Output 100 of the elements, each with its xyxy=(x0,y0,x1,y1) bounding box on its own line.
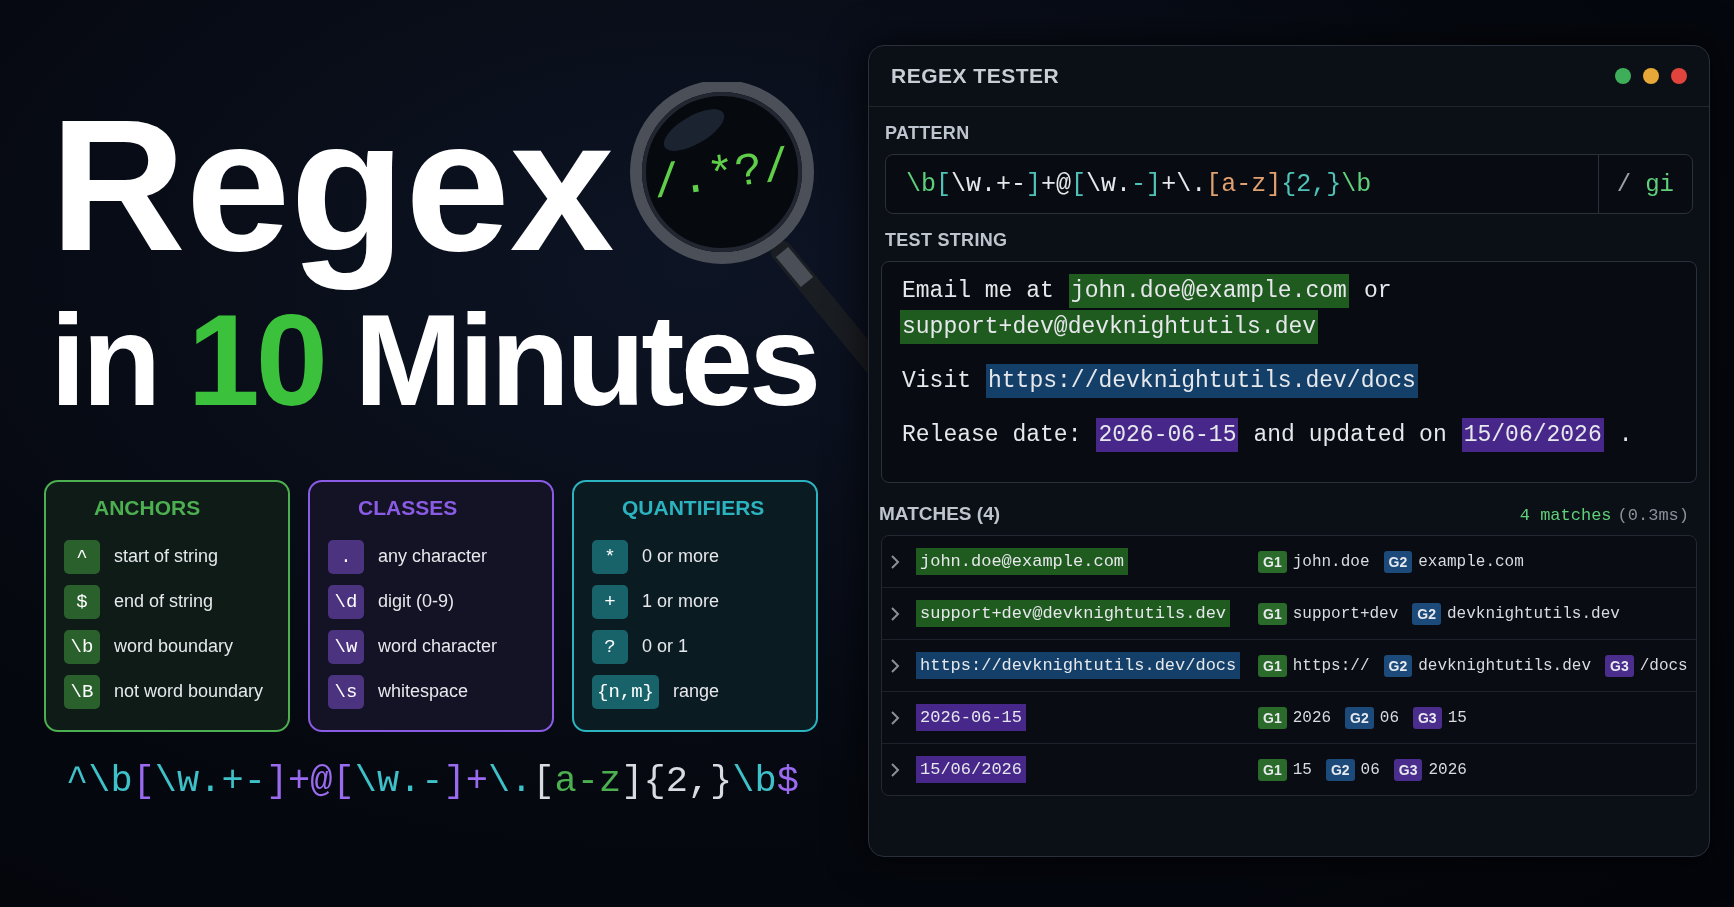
token-chip: ? xyxy=(592,629,628,664)
pattern-token: $ xyxy=(776,760,799,802)
match-highlight: https://devknightutils.dev/docs xyxy=(986,364,1418,398)
match-highlight: 2026-06-15 xyxy=(1096,418,1239,452)
token-description: 0 or 1 xyxy=(642,636,689,657)
group-value: devknightutils.dev xyxy=(1447,604,1620,623)
token-description: any character xyxy=(378,546,488,567)
group-value: example.com xyxy=(1418,552,1524,571)
token-chip: $ xyxy=(64,584,100,619)
regex-flags: gi xyxy=(1645,170,1674,198)
group-value: 15 xyxy=(1447,708,1467,727)
pattern-token: ]+ xyxy=(443,760,488,802)
pattern-token: {2,} xyxy=(1281,169,1342,199)
group-tag: G3 xyxy=(1393,758,1423,781)
match-text[interactable]: john.doe@example.com xyxy=(916,548,1129,575)
card-title: ANCHORS xyxy=(94,496,201,520)
token-description: range xyxy=(673,681,720,702)
token-description: not word boundary xyxy=(114,681,264,702)
token-description: end of string xyxy=(114,591,214,612)
group-tag: G2 xyxy=(1412,602,1441,625)
chevron-icon[interactable] xyxy=(890,657,900,674)
test-text: Release date: xyxy=(901,421,1083,450)
pattern-token: [ xyxy=(132,760,155,802)
match-highlight: 15/06/2026 xyxy=(1461,418,1604,452)
window-dot-icon[interactable] xyxy=(1643,68,1659,84)
match-text[interactable]: https://devknightutils.dev/docs xyxy=(916,652,1241,679)
group-tag: G2 xyxy=(1345,706,1374,729)
token-chip: \d xyxy=(328,584,364,619)
window-title: REGEX TESTER xyxy=(891,64,1060,88)
token-description: 0 or more xyxy=(642,546,720,567)
pattern-token: ]+@[ xyxy=(265,760,355,802)
group-tag: G1 xyxy=(1258,550,1287,573)
pattern-token: -] xyxy=(1131,169,1162,199)
group-value: john.doe xyxy=(1292,552,1370,571)
match-text[interactable]: 15/06/2026 xyxy=(916,756,1027,783)
test-text: Visit xyxy=(901,367,972,396)
group-tag: G2 xyxy=(1383,550,1413,573)
test-text: or xyxy=(1362,277,1393,306)
group-tag: G1 xyxy=(1258,654,1287,677)
match-count: 4 matches xyxy=(1519,506,1612,525)
group-tag: G3 xyxy=(1413,706,1442,729)
pattern-token: +\. xyxy=(1161,169,1207,199)
card-title: CLASSES xyxy=(358,496,458,520)
group-value: https:// xyxy=(1292,656,1370,675)
match-highlight: support+dev@devknightutils.dev xyxy=(900,310,1319,344)
token-chip: ^ xyxy=(64,539,100,574)
token-description: start of string xyxy=(114,546,219,567)
group-value: support+dev xyxy=(1292,604,1399,623)
pattern-token: \w.+- xyxy=(154,760,266,802)
pattern-token: \. xyxy=(487,760,533,802)
token-chip: . xyxy=(328,539,364,574)
group-value: /docs xyxy=(1639,656,1688,675)
token-chip: \s xyxy=(328,674,364,709)
test-text: Email me at xyxy=(901,277,1055,306)
window-dot-icon[interactable] xyxy=(1671,68,1687,84)
match-text[interactable]: support+dev@devknightutils.dev xyxy=(916,600,1231,627)
token-chip: \w xyxy=(328,629,364,664)
pattern-token: \b xyxy=(906,169,936,199)
group-tag: G1 xyxy=(1258,706,1287,729)
token-chip: \b xyxy=(64,629,100,664)
chevron-icon[interactable] xyxy=(890,761,900,778)
section-label: TEST STRING xyxy=(885,230,1008,251)
pattern-token: [ xyxy=(532,760,555,802)
token-description: word boundary xyxy=(114,636,234,657)
chevron-icon[interactable] xyxy=(890,553,900,570)
group-tag: G3 xyxy=(1605,654,1634,677)
token-chip: \B xyxy=(64,674,100,709)
magnifier-text: /.*?/ xyxy=(649,140,794,212)
group-value: 2026 xyxy=(1292,708,1332,727)
group-value: 2026 xyxy=(1428,760,1467,779)
pattern-token: [ xyxy=(1071,169,1087,199)
token-description: digit (0-9) xyxy=(378,591,455,612)
pattern-field[interactable]: \b[\w.+-]+@[\w.-]+\.[a-z]{2,}\b / gi xyxy=(885,154,1693,214)
pattern-token: a-z xyxy=(554,760,622,802)
token-chip: + xyxy=(592,584,628,619)
pattern-token: \w.- xyxy=(354,760,444,802)
pattern-token: \w.+- xyxy=(951,169,1027,199)
pattern-token: [a-z] xyxy=(1206,169,1282,199)
group-value: 06 xyxy=(1360,760,1380,779)
pattern-token: ^\b xyxy=(66,760,133,802)
group-value: 06 xyxy=(1379,708,1399,727)
headline-word: Minutes xyxy=(354,290,818,430)
flags-separator: / xyxy=(1616,170,1632,198)
pattern-token: \b xyxy=(732,760,777,802)
window-dot-icon[interactable] xyxy=(1615,68,1631,84)
token-chip: * xyxy=(592,539,628,574)
match-text[interactable]: 2026-06-15 xyxy=(916,704,1027,731)
chevron-icon[interactable] xyxy=(890,709,900,726)
token-description: word character xyxy=(378,636,498,657)
test-text: and updated on xyxy=(1252,421,1448,450)
pattern-token: \w. xyxy=(1086,169,1132,199)
headline-word: in xyxy=(50,290,158,430)
pattern-token: +@ xyxy=(1041,169,1072,199)
test-string-field[interactable]: Email me at john.doe@example.com or support+dev@devknightutils.dev Visit https://devknightutils.dev/docs Release date: 2026-06-15 and updated on 15/06/2026 . xyxy=(881,261,1697,483)
group-tag: G2 xyxy=(1325,758,1355,781)
group-tag: G2 xyxy=(1383,654,1413,677)
section-label: MATCHES (4) xyxy=(879,503,1001,525)
chevron-icon[interactable] xyxy=(890,605,900,622)
token-description: 1 or more xyxy=(642,591,720,612)
pattern-token: \b xyxy=(1341,169,1372,199)
